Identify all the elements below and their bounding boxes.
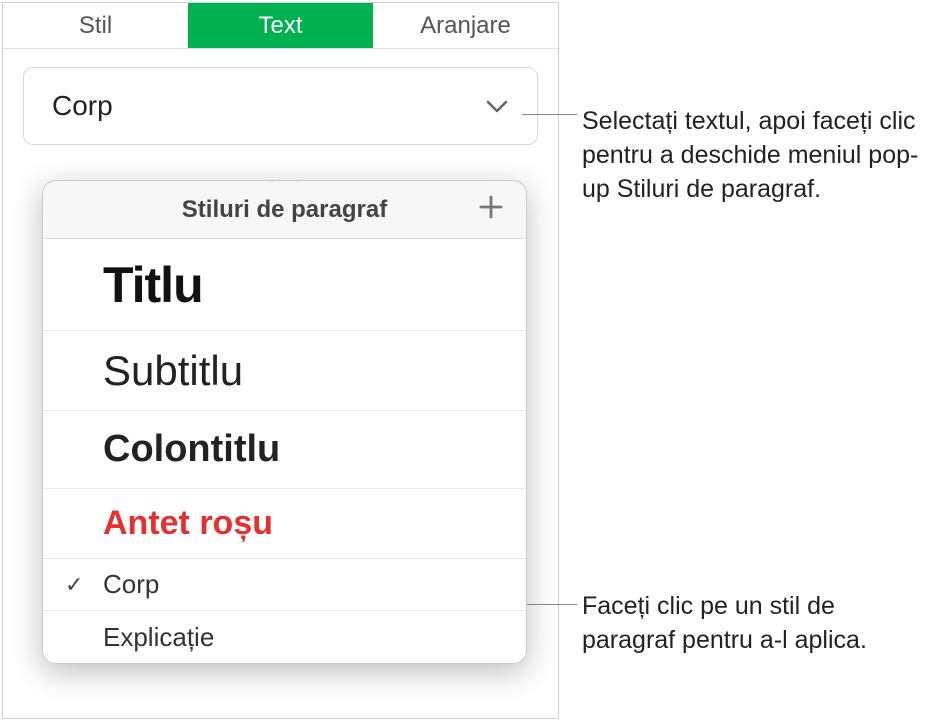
style-item-explicatie[interactable]: Explicație	[43, 611, 526, 663]
tab-aranjare[interactable]: Aranjare	[373, 3, 558, 48]
style-item-antet-rosu[interactable]: Antet roșu	[43, 489, 526, 559]
tab-text-label: Text	[258, 12, 302, 40]
paragraph-style-value: Corp	[52, 90, 113, 122]
style-label: Explicație	[103, 622, 214, 653]
callout-dropdown: Selectați textul, apoi faceți clic pentr…	[582, 105, 922, 206]
style-item-titlu[interactable]: Titlu	[43, 239, 526, 331]
style-label: Subtitlu	[103, 347, 243, 395]
style-label: Antet roșu	[103, 504, 273, 543]
popover-title: Stiluri de paragraf	[182, 196, 387, 224]
style-label: Colontitlu	[103, 428, 280, 471]
callout-leader	[522, 114, 577, 115]
style-label: Titlu	[103, 256, 203, 314]
tab-text[interactable]: Text	[188, 3, 373, 48]
style-list: Titlu Subtitlu Colontitlu Antet roșu ✓ C…	[43, 239, 526, 663]
style-item-colontitlu[interactable]: Colontitlu	[43, 411, 526, 489]
paragraph-style-section: Corp	[3, 49, 558, 163]
chevron-down-icon	[485, 98, 509, 114]
style-item-corp[interactable]: ✓ Corp	[43, 559, 526, 611]
paragraph-styles-popover: Stiluri de paragraf Titlu Subtitlu Colon…	[42, 180, 527, 664]
check-icon: ✓	[65, 572, 83, 598]
callout-style-item: Faceți clic pe un stil de paragraf pentr…	[582, 590, 882, 658]
add-style-button[interactable]	[474, 193, 508, 227]
tab-aranjare-label: Aranjare	[420, 12, 511, 40]
tab-stil[interactable]: Stil	[3, 3, 188, 48]
plus-icon	[477, 193, 505, 226]
popover-header: Stiluri de paragraf	[43, 181, 526, 239]
style-label: Corp	[103, 569, 159, 600]
tab-stil-label: Stil	[79, 12, 112, 40]
style-item-subtitlu[interactable]: Subtitlu	[43, 331, 526, 411]
paragraph-style-dropdown[interactable]: Corp	[23, 67, 538, 145]
format-tabs: Stil Text Aranjare	[3, 3, 558, 49]
callout-leader	[527, 604, 577, 605]
